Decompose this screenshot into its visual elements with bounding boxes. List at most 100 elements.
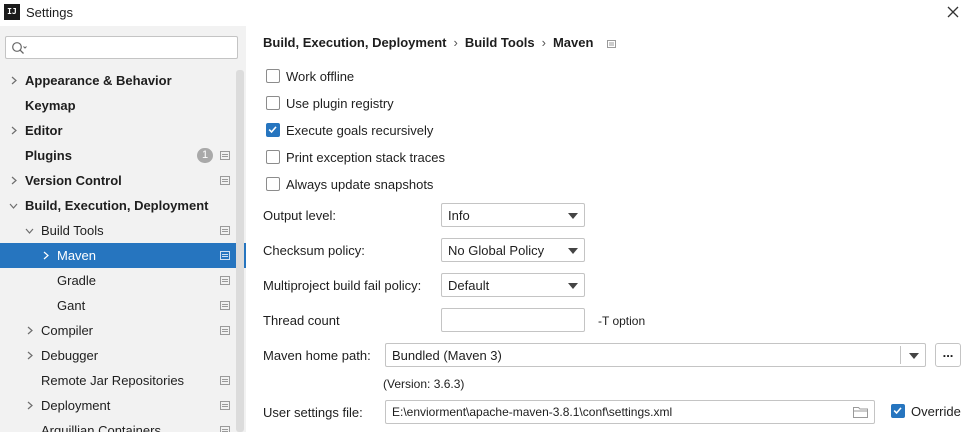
project-level-icon — [220, 226, 230, 235]
sidebar-item-editor[interactable]: Editor — [0, 118, 246, 143]
user-settings-file-label: User settings file: — [263, 405, 363, 420]
sidebar-item-gant[interactable]: Gant — [0, 293, 246, 318]
window-title: Settings — [26, 5, 73, 20]
multiproject-fail-policy-label: Multiproject build fail policy: — [263, 278, 422, 293]
maven-version-text: (Version: 3.6.3) — [383, 377, 465, 391]
output-level-value: Info — [448, 208, 470, 223]
folder-icon[interactable] — [853, 406, 868, 418]
dropdown-arrow-icon — [909, 353, 919, 359]
maven-home-path-select[interactable]: Bundled (Maven 3) — [385, 343, 926, 367]
multiproject-fail-policy-select[interactable]: Default — [441, 273, 585, 297]
sidebar-item-build-tools[interactable]: Build Tools — [0, 218, 246, 243]
checkmark-icon — [268, 126, 277, 134]
breadcrumb-build-execution-deployment[interactable]: Build, Execution, Deployment — [263, 35, 446, 50]
title-bar: IJ Settings — [0, 0, 972, 26]
maven-home-browse-button[interactable]: ... — [935, 343, 961, 367]
chevron-right-icon[interactable] — [9, 126, 18, 135]
sidebar-item-label: Editor — [25, 123, 63, 138]
always-update-snapshots-label: Always update snapshots — [286, 177, 434, 192]
use-plugin-registry-box[interactable] — [266, 96, 280, 110]
project-level-icon — [220, 176, 230, 185]
output-level-label: Output level: — [263, 208, 336, 223]
thread-count-hint: -T option — [598, 314, 646, 328]
thread-count-label: Thread count — [263, 313, 340, 328]
sidebar-item-keymap[interactable]: Keymap — [0, 93, 246, 118]
breadcrumb-separator: › — [453, 35, 458, 50]
breadcrumb-build-tools[interactable]: Build Tools — [465, 35, 535, 50]
chevron-right-icon[interactable] — [25, 401, 34, 410]
sidebar-item-version-control[interactable]: Version Control — [0, 168, 246, 193]
sidebar-item-plugins[interactable]: Plugins 1 — [0, 143, 246, 168]
chevron-right-icon[interactable] — [9, 76, 18, 85]
sidebar-item-gradle[interactable]: Gradle — [0, 268, 246, 293]
sidebar-item-label: Debugger — [41, 348, 99, 363]
checksum-policy-value: No Global Policy — [448, 243, 545, 258]
sidebar-item-label: Build, Execution, Deployment — [25, 198, 209, 213]
project-level-icon — [220, 401, 230, 410]
sidebar-item-debugger[interactable]: Debugger — [0, 343, 246, 368]
chevron-down-icon[interactable] — [9, 201, 18, 210]
execute-goals-recursively-box[interactable] — [266, 123, 280, 137]
work-offline-label: Work offline — [286, 69, 355, 84]
chevron-down-icon[interactable] — [25, 226, 34, 235]
always-update-snapshots-box[interactable] — [266, 177, 280, 191]
chevron-right-icon[interactable] — [25, 351, 34, 360]
project-level-icon — [220, 151, 230, 160]
sidebar-item-label: Appearance & Behavior — [25, 73, 172, 88]
checksum-policy-label: Checksum policy: — [263, 243, 365, 258]
checksum-policy-select[interactable]: No Global Policy — [441, 238, 585, 262]
sidebar-item-label: Build Tools — [41, 223, 104, 238]
settings-sidebar: Appearance & Behavior Keymap Editor Plugins… — [0, 26, 246, 432]
sidebar-item-label: Maven — [57, 248, 97, 263]
output-level-select[interactable]: Info — [441, 203, 585, 227]
sidebar-item-label: Arquillian Containers — [41, 423, 161, 432]
breadcrumb-separator: › — [541, 35, 546, 50]
sidebar-item-label: Keymap — [25, 98, 76, 113]
sidebar-item-maven[interactable]: Maven — [0, 243, 246, 268]
sidebar-item-label: Deployment — [41, 398, 111, 413]
project-level-icon — [220, 376, 230, 385]
breadcrumb: Build, Execution, Deployment › Build Tools… — [263, 35, 617, 50]
sidebar-item-label: Version Control — [25, 173, 122, 188]
user-settings-file-input[interactable]: E:\enviorment\apache-maven-3.8.1\conf\se… — [385, 400, 875, 424]
search-input[interactable] — [30, 39, 230, 56]
sidebar-item-remote-jar-repositories[interactable]: Remote Jar Repositories — [0, 368, 246, 393]
sidebar-item-appearance-behavior[interactable]: Appearance & Behavior — [0, 68, 246, 93]
maven-home-path-label: Maven home path: — [263, 348, 371, 363]
settings-tree: Appearance & Behavior Keymap Editor Plugins… — [0, 68, 246, 432]
sidebar-scrollbar[interactable] — [236, 70, 244, 432]
sidebar-item-label: Gant — [57, 298, 86, 313]
thread-count-input[interactable] — [441, 308, 585, 332]
override-label: Override — [911, 404, 961, 419]
user-settings-file-value: E:\enviorment\apache-maven-3.8.1\conf\se… — [392, 405, 673, 419]
sidebar-item-deployment[interactable]: Deployment — [0, 393, 246, 418]
project-level-icon — [220, 301, 230, 310]
chevron-right-icon[interactable] — [9, 176, 18, 185]
breadcrumb-maven: Maven — [552, 35, 594, 50]
sidebar-item-label: Plugins — [25, 148, 72, 163]
work-offline-box[interactable] — [266, 69, 280, 83]
checkmark-icon — [893, 407, 902, 415]
print-exception-stack-traces-box[interactable] — [266, 150, 280, 164]
search-icon — [12, 42, 27, 54]
project-level-icon — [607, 39, 617, 48]
close-icon[interactable] — [944, 3, 962, 21]
sidebar-item-arquillian-containers[interactable]: Arquillian Containers — [0, 418, 246, 432]
settings-content: Build, Execution, Deployment › Build Tools… — [246, 26, 972, 432]
settings-search-box[interactable] — [5, 36, 238, 59]
sidebar-item-label: Gradle — [57, 273, 97, 288]
plugin-update-badge: 1 — [197, 148, 213, 163]
chevron-right-icon[interactable] — [41, 251, 50, 260]
project-level-icon — [220, 276, 230, 285]
execute-goals-recursively-label: Execute goals recursively — [286, 123, 434, 138]
override-box[interactable] — [891, 404, 905, 418]
sidebar-item-compiler[interactable]: Compiler — [0, 318, 246, 343]
multiproject-fail-policy-value: Default — [448, 278, 490, 293]
dropdown-arrow-icon — [568, 248, 578, 254]
project-level-icon — [220, 326, 230, 335]
chevron-right-icon[interactable] — [25, 326, 34, 335]
maven-home-path-value: Bundled (Maven 3) — [392, 348, 502, 363]
sidebar-item-label: Remote Jar Repositories — [41, 373, 185, 388]
sidebar-item-build-execution-deployment[interactable]: Build, Execution, Deployment — [0, 193, 246, 218]
dropdown-arrow-icon — [568, 283, 578, 289]
